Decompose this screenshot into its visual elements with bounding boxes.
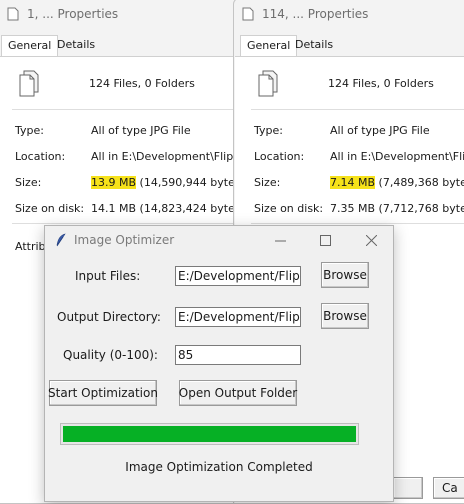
size-label: Size: <box>254 176 281 189</box>
size-value: 7.14 MB (7,489,368 bytes) <box>330 176 464 189</box>
open-output-folder-button[interactable]: Open Output Folder <box>179 380 297 406</box>
size-label: Size: <box>15 176 42 189</box>
location-label: Location: <box>254 150 305 163</box>
size-value: 13.9 MB (14,590,944 bytes) <box>91 176 238 189</box>
multiple-files-icon <box>258 70 278 97</box>
separator <box>12 109 237 110</box>
image-optimizer-window: Image Optimizer Input Files: E:/Developm… <box>44 225 394 502</box>
browse-input-button[interactable]: Browse <box>321 262 369 288</box>
files-summary: 124 Files, 0 Folders <box>89 77 195 90</box>
type-label: Type: <box>15 124 44 137</box>
minimize-icon <box>274 240 286 241</box>
size-bytes: (7,489,368 bytes) <box>378 176 464 189</box>
close-icon <box>365 234 377 246</box>
separator <box>12 223 237 224</box>
size-highlight: 13.9 MB <box>91 176 137 189</box>
window-title: 1, ... Properties <box>27 7 119 21</box>
input-files-label: Input Files: <box>75 269 141 283</box>
close-button[interactable] <box>360 230 382 250</box>
quality-field[interactable]: 85 <box>175 345 301 365</box>
minimize-button[interactable] <box>269 230 291 250</box>
output-directory-field[interactable]: E:/Development/Flippa <box>175 307 301 327</box>
progress-fill <box>63 426 356 442</box>
tab-general[interactable]: General <box>1 35 59 58</box>
size-on-disk-label: Size on disk: <box>15 202 85 215</box>
maximize-icon <box>319 234 331 246</box>
size-highlight: 7.14 MB <box>330 176 376 189</box>
size-on-disk-label: Size on disk: <box>254 202 324 215</box>
title-bar: 114, ... Properties <box>234 0 464 29</box>
quality-label: Quality (0-100): <box>63 348 158 362</box>
size-on-disk-value: 14.1 MB (14,823,424 bytes) <box>91 202 238 215</box>
type-value: All of type JPG File <box>330 124 430 137</box>
separator <box>251 223 464 224</box>
document-icon <box>242 7 254 21</box>
ok-button[interactable] <box>393 477 423 499</box>
maximize-button[interactable] <box>314 230 336 250</box>
progress-bar <box>60 423 359 445</box>
location-label: Location: <box>15 150 66 163</box>
size-bytes: (14,590,944 bytes) <box>136 176 238 189</box>
tab-details[interactable]: Details <box>289 35 339 57</box>
feather-icon <box>56 233 66 247</box>
size-on-disk-value: 7.35 MB (7,712,768 bytes) <box>330 202 464 215</box>
title-bar: 1, ... Properties <box>0 0 237 29</box>
window-title: Image Optimizer <box>74 233 175 247</box>
files-summary: 124 Files, 0 Folders <box>328 77 434 90</box>
type-label: Type: <box>254 124 283 137</box>
location-value: All in E:\Development\Flippa\C <box>91 150 237 163</box>
multiple-files-icon <box>19 70 39 97</box>
status-text: Image Optimization Completed <box>125 460 313 474</box>
output-directory-label: Output Directory: <box>57 310 161 324</box>
separator <box>251 109 464 110</box>
start-optimization-button[interactable]: Start Optimization <box>48 380 158 406</box>
type-value: All of type JPG File <box>91 124 191 137</box>
document-icon <box>7 7 19 21</box>
input-files-field[interactable]: E:/Development/Flippa <box>175 266 301 286</box>
cancel-button[interactable]: Ca <box>433 477 464 499</box>
location-value: All in E:\Development\Flippa <box>330 150 464 163</box>
browse-output-button[interactable]: Browse <box>321 303 369 329</box>
window-title: 114, ... Properties <box>262 7 369 21</box>
title-bar: Image Optimizer <box>45 226 393 254</box>
tab-details[interactable]: Details <box>51 35 101 57</box>
